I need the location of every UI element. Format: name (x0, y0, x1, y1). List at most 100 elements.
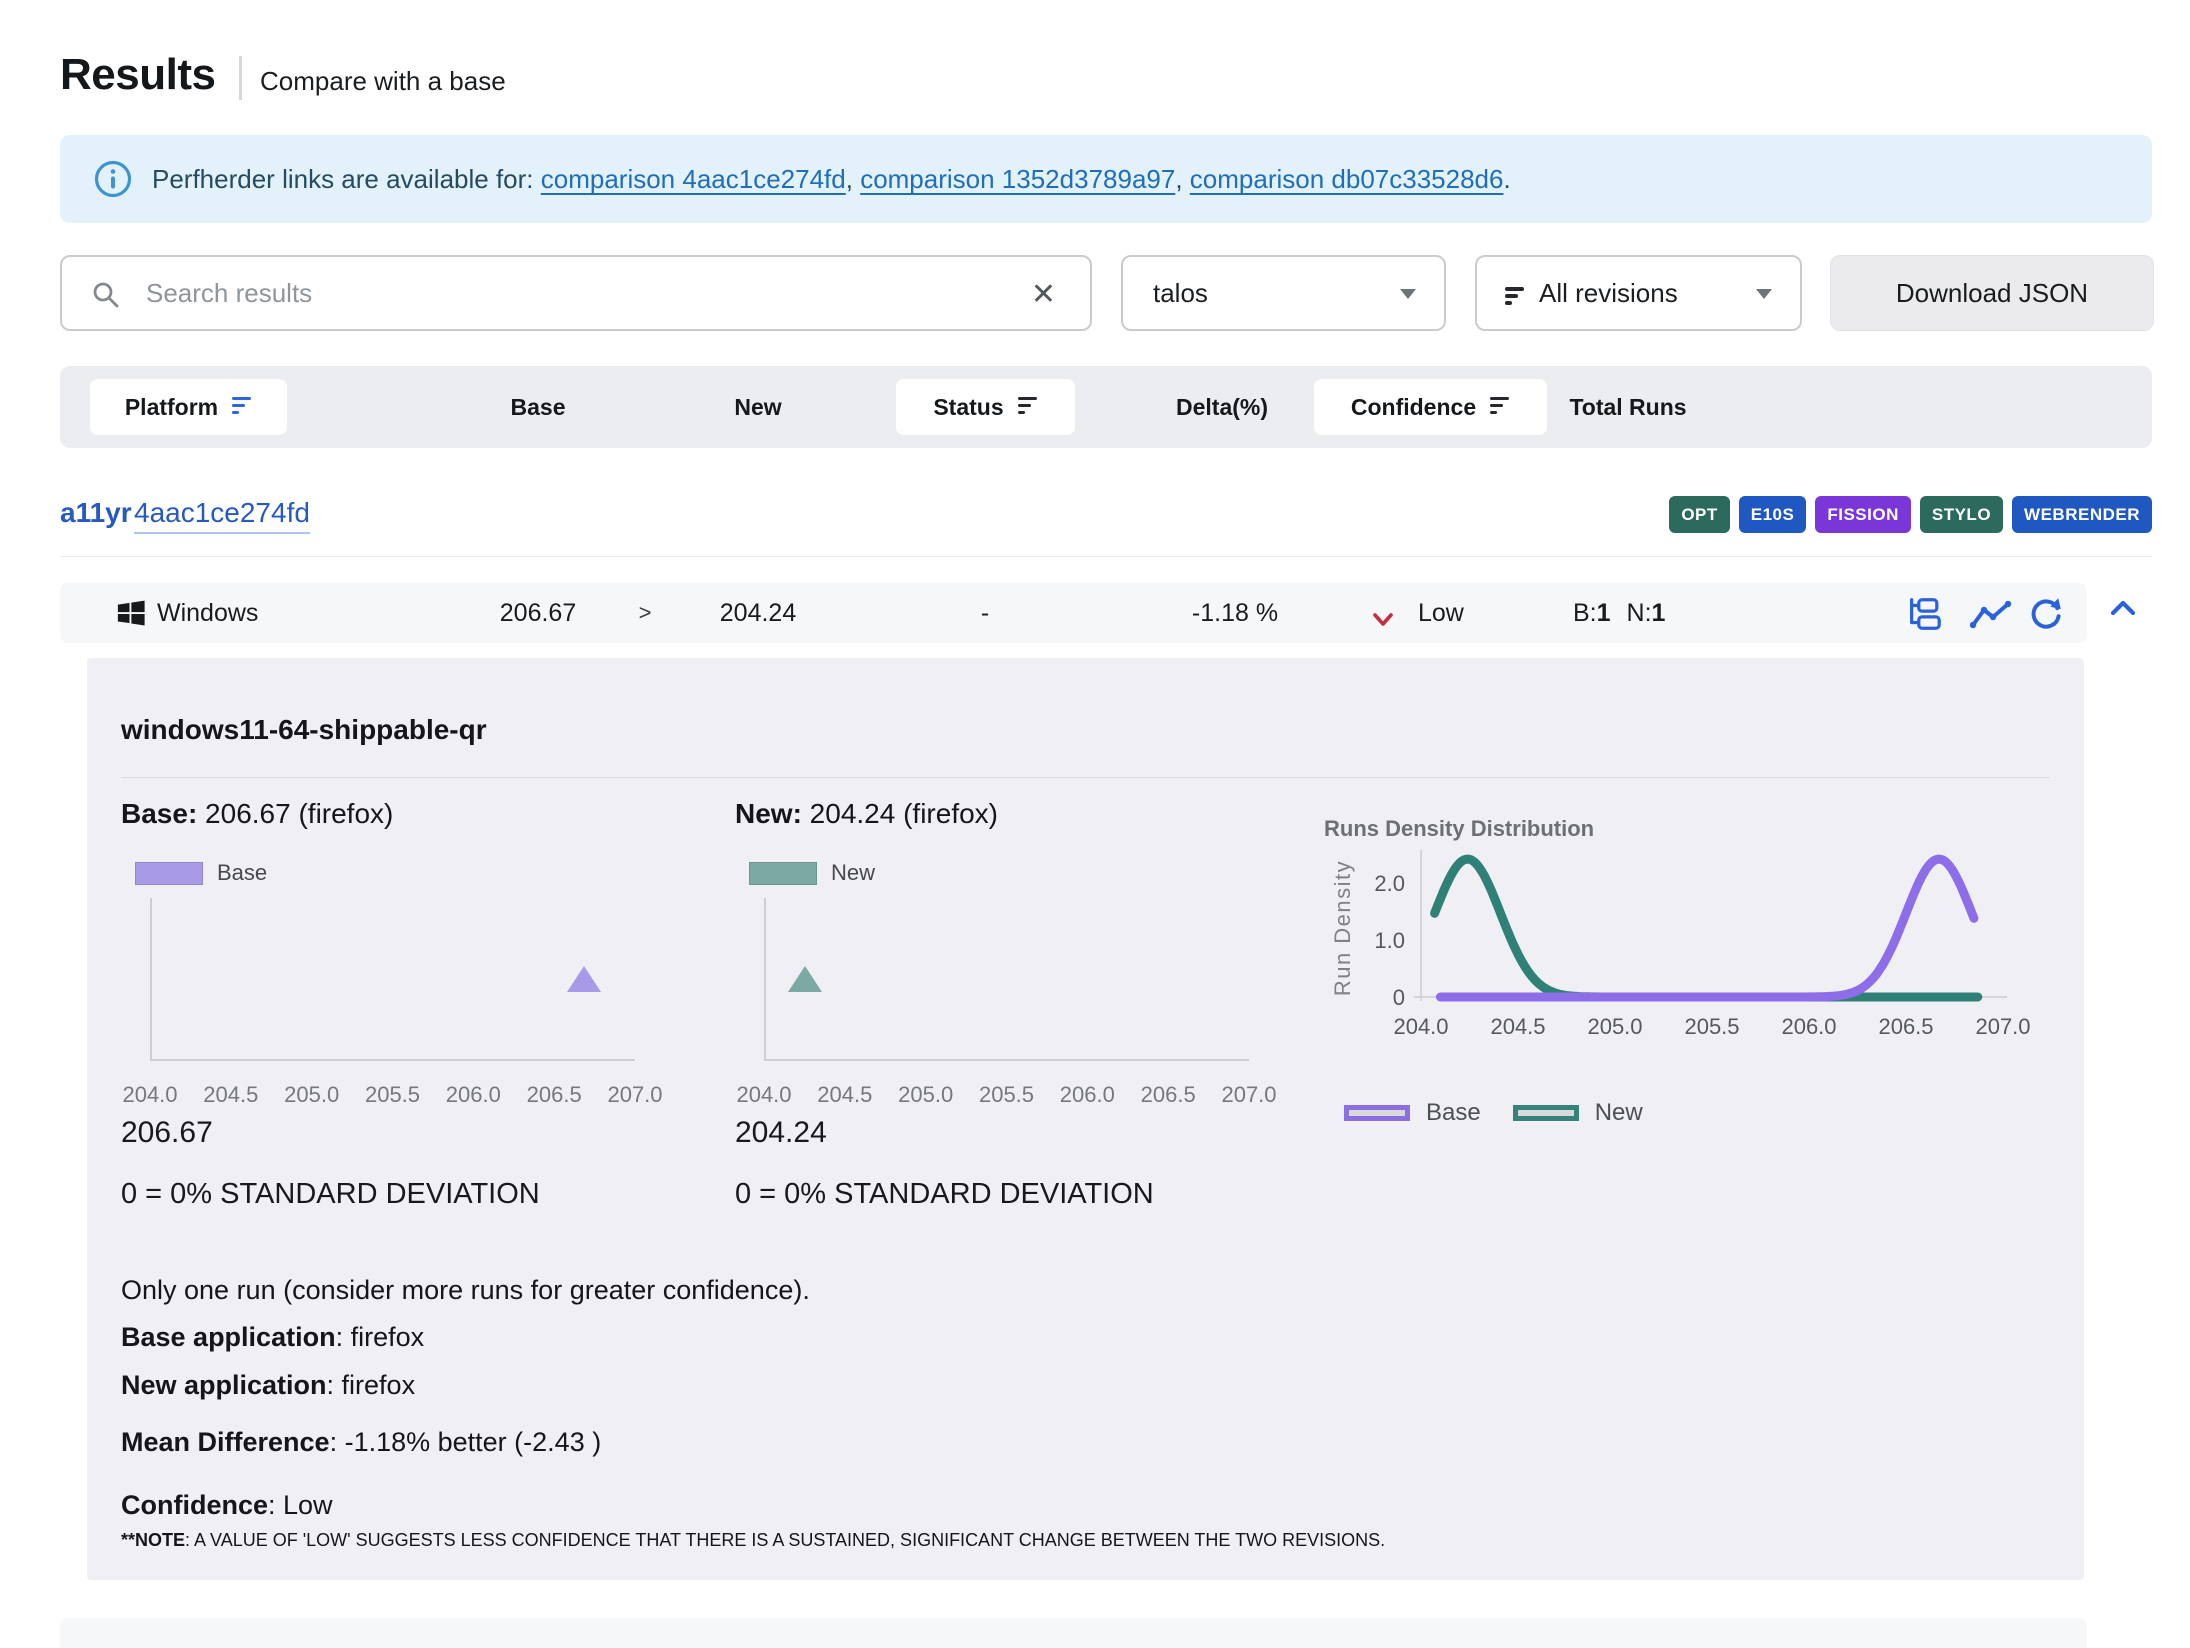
new-summary: New: 204.24 (firefox) (735, 798, 998, 830)
density-chart-title: Runs Density Distribution (1324, 816, 1594, 842)
new-legend: New (749, 860, 875, 886)
trend-down-icon (1372, 606, 1394, 635)
search-box[interactable]: ✕ (60, 255, 1092, 331)
new-header-label: New (734, 366, 781, 448)
info-icon (93, 159, 133, 204)
page-title: Results (60, 50, 215, 100)
x-tick-label: 204.5 (203, 1082, 258, 1108)
only-one-run-note: Only one run (consider more runs for gre… (121, 1275, 810, 1306)
base-value-cell: 206.67 (500, 583, 576, 643)
subtest-detail-card: windows11-64-shippable-qr Base: 206.67 (… (87, 658, 2084, 1580)
collapse-row-icon[interactable] (2109, 598, 2137, 623)
x-tick-label: 207.0 (1221, 1082, 1276, 1108)
base-swatch (135, 862, 203, 885)
total-runs-header-label: Total Runs (1569, 366, 1686, 448)
svg-text:0: 0 (1393, 985, 1405, 1010)
comparison-link[interactable]: comparison db07c33528d6 (1190, 164, 1504, 194)
suite-name: a11yr (60, 497, 132, 529)
results-table-header: Platform Base New Status Delta(%) Confid… (60, 366, 2152, 448)
confidence-cell: Low (1418, 583, 1464, 643)
svg-text:205.0: 205.0 (1587, 1014, 1642, 1039)
confidence-line: Confidence: Low (121, 1490, 333, 1521)
comparison-link[interactable]: comparison 4aac1ce274fd (541, 164, 846, 194)
subtest-title: windows11-64-shippable-qr (121, 714, 487, 746)
base-legend: Base (135, 860, 267, 886)
perfherder-links-alert: Perfherder links are available for: comp… (60, 135, 2152, 223)
platform-filter-button[interactable]: Platform (90, 379, 287, 435)
delta-header-label: Delta(%) (1176, 366, 1268, 448)
filter-icon (1490, 397, 1510, 418)
suite-revision-link[interactable]: 4aac1ce274fd (134, 497, 310, 534)
revisions-selected: All revisions (1539, 257, 1678, 329)
new-plot-ticks: 204.0204.5205.0205.5206.0206.5207.0 (764, 1082, 1249, 1108)
x-tick-label: 206.5 (1141, 1082, 1196, 1108)
x-tick-label: 206.0 (446, 1082, 501, 1108)
suite-badges: OPT E10SFISSIONSTYLOWEBRENDER (1669, 496, 2152, 533)
comparison-link[interactable]: comparison 1352d3789a97 (860, 164, 1175, 194)
platform-header-label: Platform (125, 394, 218, 421)
graph-icon[interactable] (1970, 601, 2012, 636)
framework-select[interactable]: talos (1121, 255, 1446, 331)
title-separator (239, 56, 242, 100)
x-tick-label: 205.5 (979, 1082, 1034, 1108)
base-summary: Base: 206.67 (firefox) (121, 798, 393, 830)
suite-badge: WEBRENDER (2012, 496, 2152, 533)
clear-search-icon[interactable]: ✕ (1031, 277, 1056, 312)
search-input[interactable] (146, 259, 986, 327)
framework-selected: talos (1153, 257, 1208, 329)
base-legend-label: Base (1426, 1099, 1481, 1127)
runs-density-chart: Run Density01.02.0204.0204.5205.0205.520… (1334, 848, 2050, 1048)
divider (121, 777, 2050, 778)
windows-icon (116, 598, 146, 635)
alert-text: Perfherder links are available for: comp… (152, 135, 1511, 223)
revisions-select[interactable]: All revisions (1475, 255, 1802, 331)
suite-badge: FISSION (1815, 496, 1911, 533)
subtests-icon[interactable] (1905, 595, 1943, 640)
filter-icon (1505, 287, 1525, 308)
suite-badge: E10S (1739, 496, 1807, 533)
x-tick-label: 204.5 (817, 1082, 872, 1108)
status-filter-button[interactable]: Status (896, 379, 1075, 435)
retrigger-icon[interactable] (2028, 596, 2064, 639)
x-tick-label: 204.0 (736, 1082, 791, 1108)
new-mean-value: 204.24 (735, 1116, 827, 1150)
svg-text:205.5: 205.5 (1684, 1014, 1739, 1039)
download-json-button[interactable]: Download JSON (1830, 255, 2154, 331)
x-tick-label: 206.0 (1060, 1082, 1115, 1108)
confidence-filter-button[interactable]: Confidence (1314, 379, 1547, 435)
base-legend-label: Base (217, 860, 267, 886)
chevron-down-icon (1756, 289, 1772, 299)
svg-text:207.0: 207.0 (1975, 1014, 2030, 1039)
new-swatch (749, 862, 817, 885)
base-marker (567, 966, 601, 992)
platform-row[interactable]: Windows 206.67 > 204.24 - -1.18 % Low B:… (60, 583, 2087, 643)
svg-text:204.5: 204.5 (1490, 1014, 1545, 1039)
density-legend: BaseNew (1344, 1099, 1659, 1127)
new-legend-swatch (1513, 1105, 1579, 1121)
next-platform-row-peek[interactable] (60, 1618, 2087, 1648)
new-application-line: New application: firefox (121, 1370, 415, 1401)
base-legend-swatch (1344, 1105, 1410, 1121)
confidence-note: **NOTE: A VALUE OF 'LOW' SUGGESTS LESS C… (121, 1530, 1385, 1551)
total-runs-cell: B:1N:1 (1573, 583, 1665, 643)
base-stddev-label: 0 = 0% STANDARD DEVIATION (121, 1178, 540, 1211)
base-header-label: Base (511, 366, 566, 448)
x-tick-label: 205.0 (898, 1082, 953, 1108)
svg-text:1.0: 1.0 (1374, 928, 1405, 953)
x-tick-label: 206.5 (527, 1082, 582, 1108)
confidence-header-label: Confidence (1351, 394, 1476, 421)
new-marker (788, 966, 822, 992)
x-tick-label: 205.5 (365, 1082, 420, 1108)
suite-badge: STYLO (1920, 496, 2003, 533)
new-stddev-label: 0 = 0% STANDARD DEVIATION (735, 1178, 1154, 1211)
svg-text:2.0: 2.0 (1374, 871, 1405, 896)
direction-cell: > (639, 583, 652, 643)
svg-text:Run Density: Run Density (1334, 860, 1355, 996)
filter-icon (1018, 397, 1038, 418)
platform-cell: Windows (157, 583, 258, 643)
suite-badge: OPT (1669, 496, 1729, 533)
x-tick-label: 205.0 (284, 1082, 339, 1108)
chevron-down-icon (1400, 289, 1416, 299)
divider (60, 556, 2152, 557)
new-value-cell: 204.24 (720, 583, 796, 643)
